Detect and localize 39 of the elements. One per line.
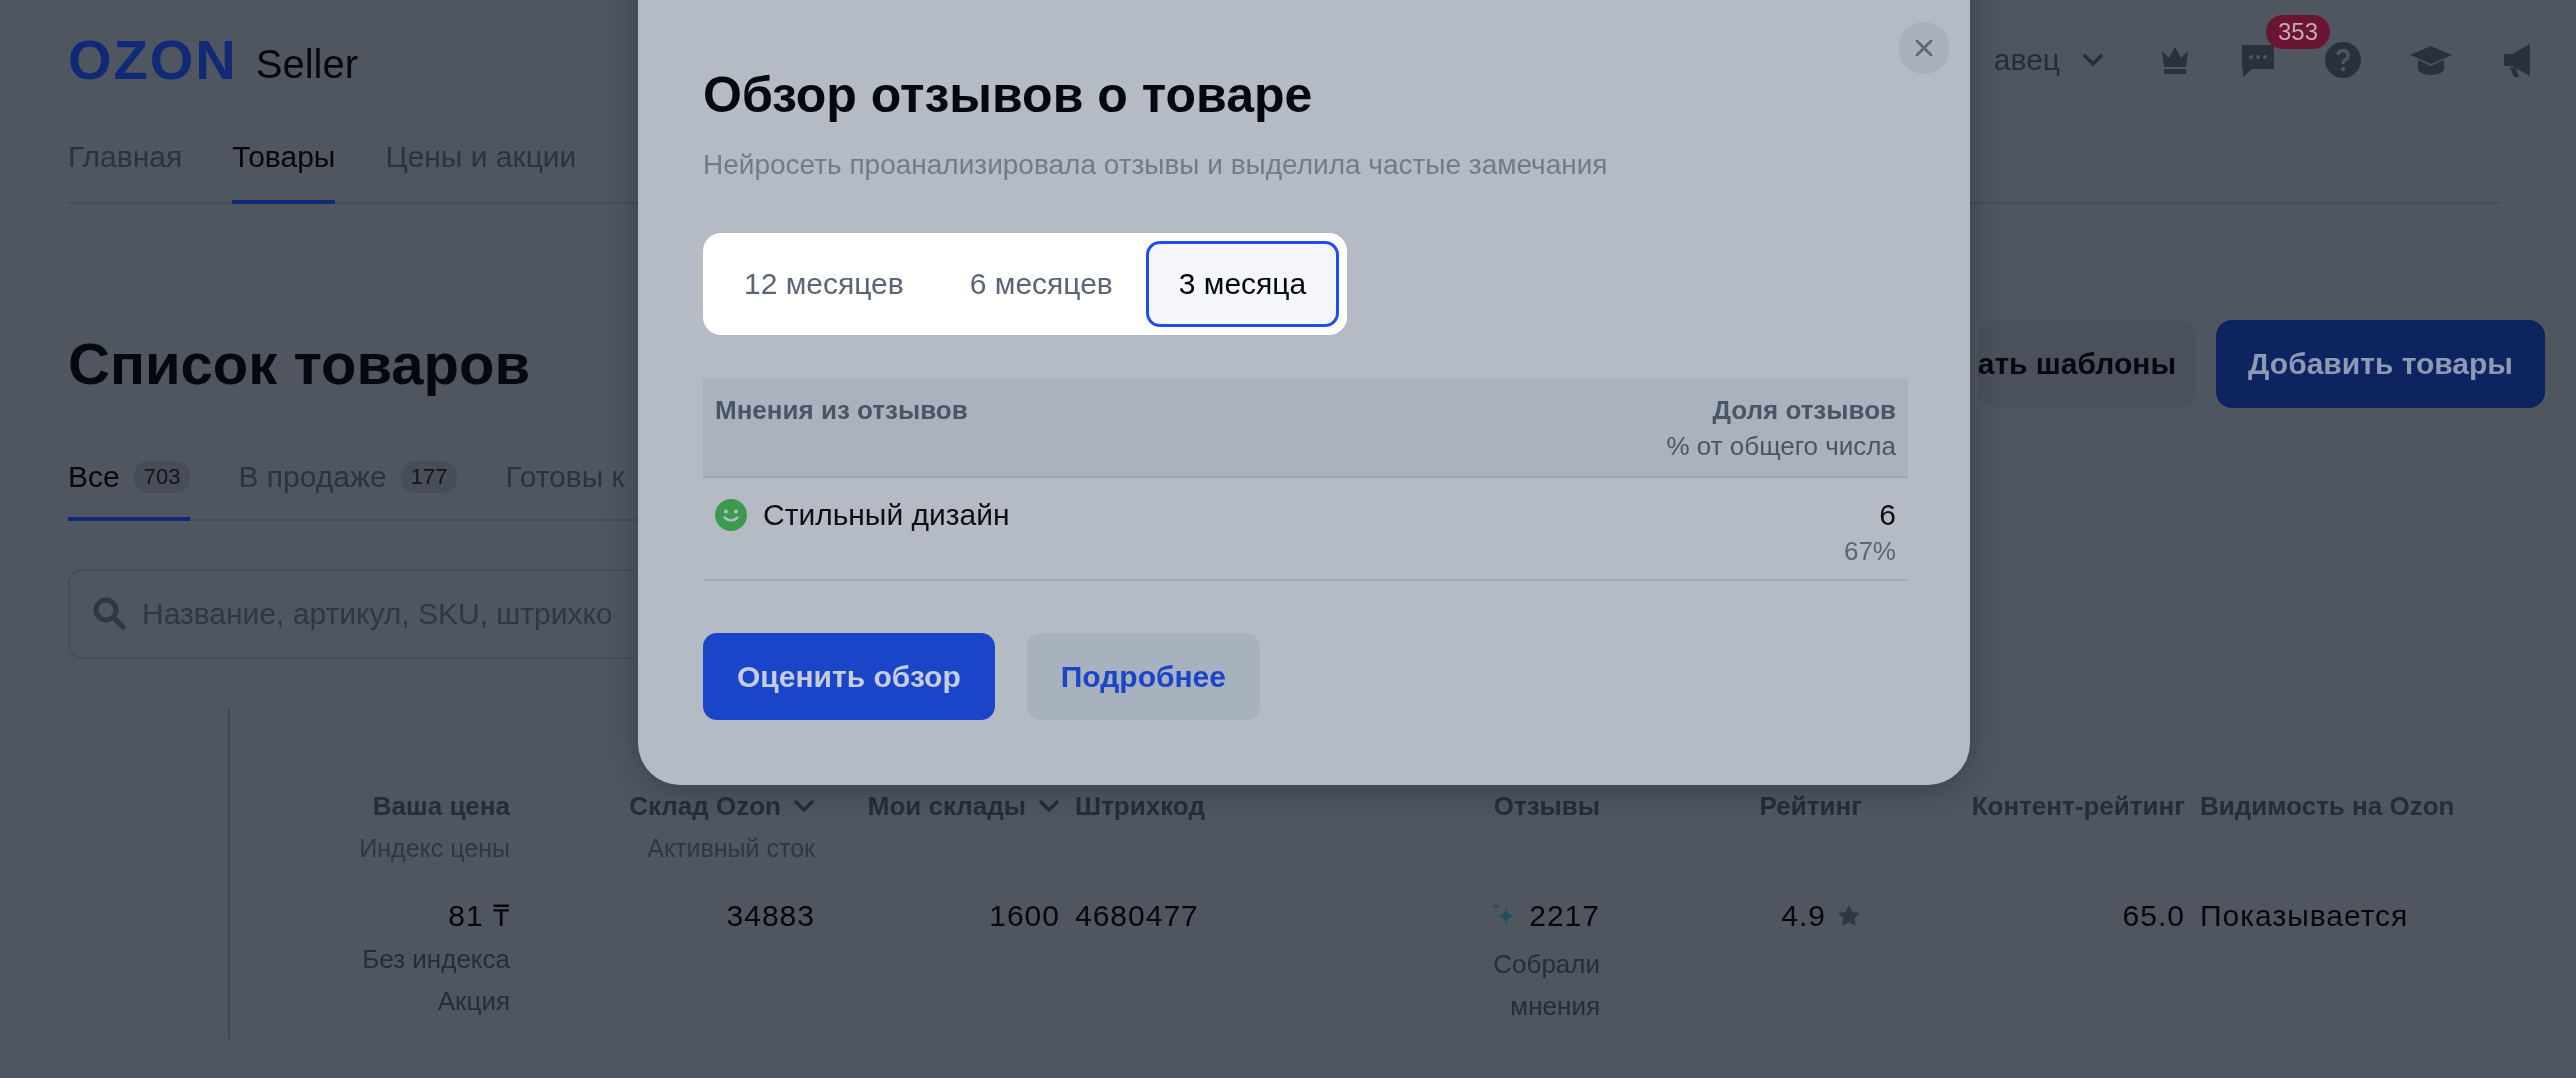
table-cell: 4.9	[1781, 895, 1862, 937]
column-subtitle: % от общего числа	[1666, 431, 1896, 461]
close-button[interactable]	[1898, 22, 1950, 74]
period-tab[interactable]: 6 месяцев	[936, 241, 1146, 327]
dialog-title: Обзор отзывов о товаре	[703, 66, 1314, 125]
table-cell-text: 1600	[989, 898, 1060, 934]
help-icon[interactable]	[2324, 41, 2362, 79]
rate-review-button[interactable]: Оценить обзор	[703, 633, 995, 720]
column-header: Доля отзывов	[1712, 395, 1896, 425]
period-tab[interactable]: 12 месяцев	[711, 241, 937, 327]
sort-chevron-icon	[793, 799, 815, 813]
opinion-text: Стильный дизайн	[763, 498, 1010, 532]
chevron-down-icon	[2082, 53, 2104, 67]
review-percent: 67%	[1843, 536, 1896, 566]
logo-subtitle: Seller	[255, 41, 359, 87]
column-header: Мнения из отзывов	[715, 394, 968, 427]
search-icon	[92, 596, 126, 630]
table-cell-text: 65.0	[2122, 898, 2185, 934]
sort-chevron-icon	[1038, 799, 1060, 813]
table-cell-text: Показывается	[2200, 898, 2409, 934]
count-badge: 177	[400, 461, 458, 493]
dialog-subtitle: Нейросеть проанализировала отзывы и выделила частые замечания	[703, 148, 1609, 182]
logo[interactable]: OZON	[68, 30, 238, 90]
count-badge: 703	[133, 461, 191, 493]
table-cell: 2217	[1489, 895, 1600, 937]
table-cell-text: 81 ₸	[448, 898, 510, 934]
table-cell-text: 4680477	[1075, 898, 1199, 934]
star-icon	[1836, 903, 1862, 929]
details-button[interactable]: Подробнее	[1026, 633, 1260, 720]
add-products-button[interactable]: Добавить товары	[2216, 320, 2545, 408]
review-count: 6	[1879, 498, 1896, 531]
status-tab[interactable]: Все 703	[68, 429, 191, 521]
page-title: Список товаров	[68, 330, 531, 398]
period-tab[interactable]: 3 месяца	[1145, 241, 1340, 327]
nav-tab[interactable]: Товары	[232, 120, 336, 204]
templates-button[interactable]: ать шаблоны	[1977, 320, 2197, 408]
notification-badge: 353	[2266, 15, 2331, 49]
close-icon	[1914, 38, 1934, 58]
table-cell-text: 34883	[726, 898, 815, 934]
